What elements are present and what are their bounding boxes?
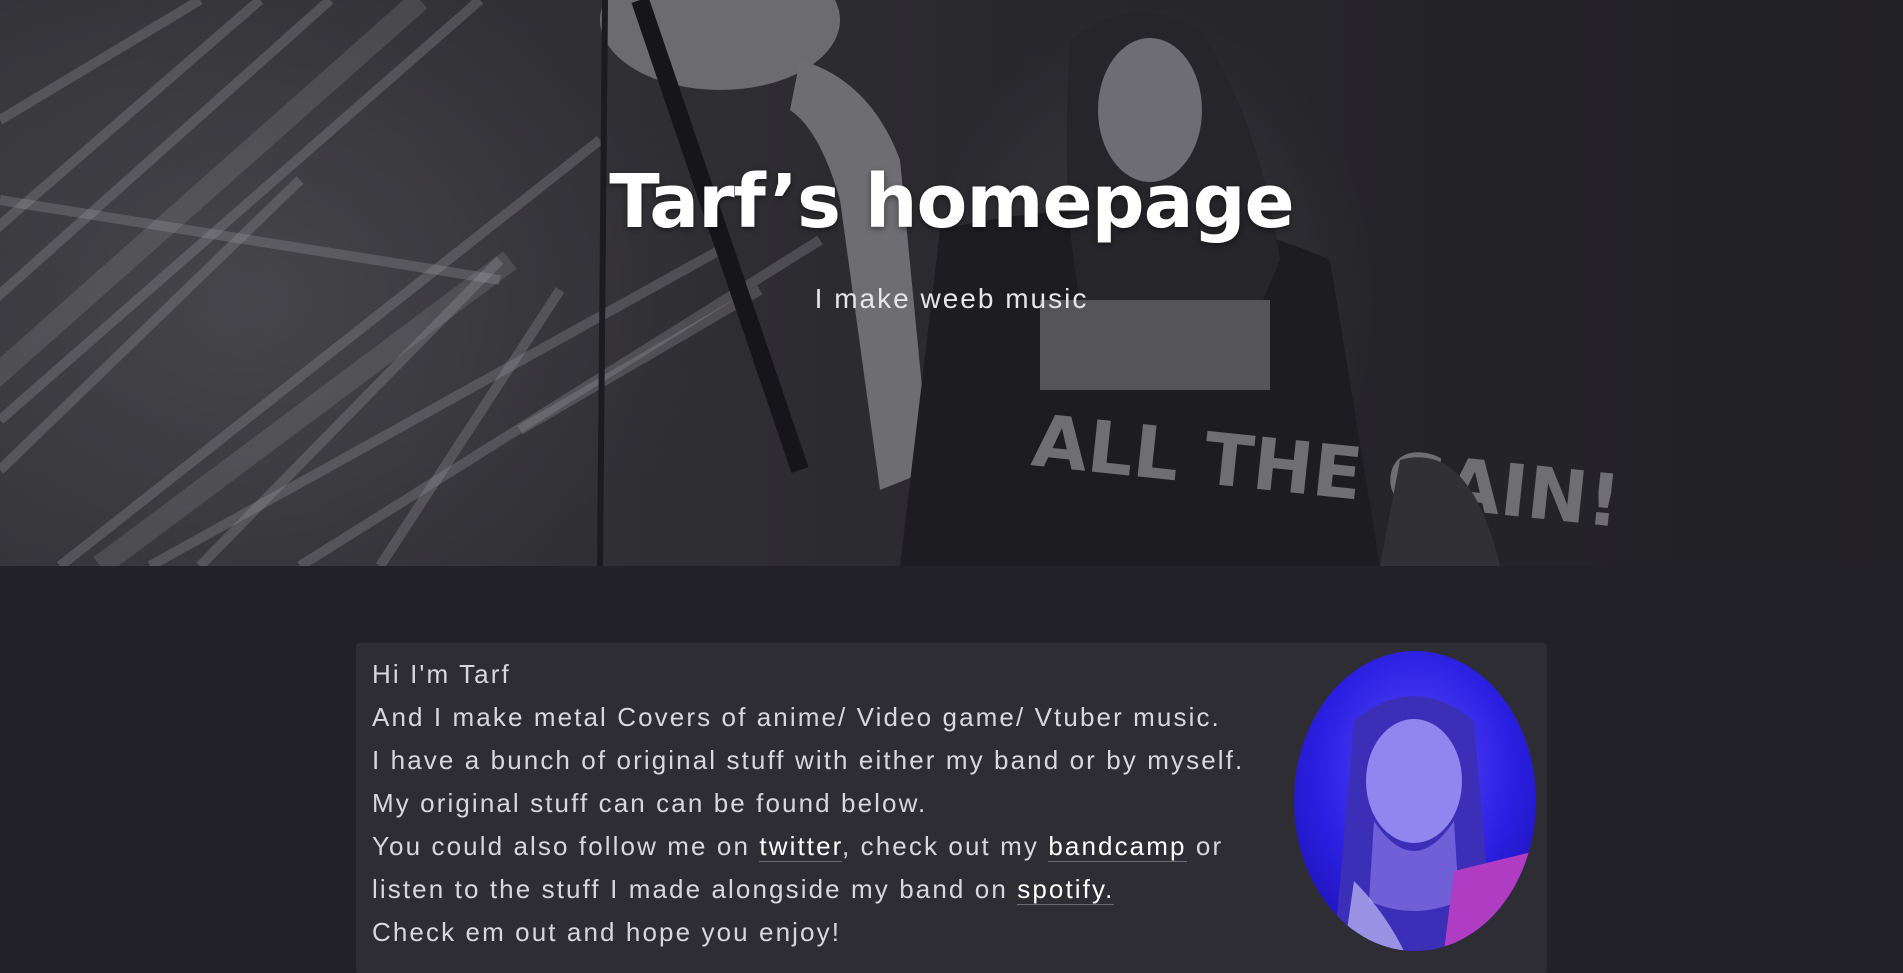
links-mid: , check out my (842, 831, 1049, 861)
intro-line-covers: And I make metal Covers of anime/ Video … (372, 702, 1221, 732)
intro-line-links: You could also follow me on twitter, che… (372, 825, 1272, 911)
avatar (1294, 651, 1536, 951)
intro-line-originals: I have a bunch of original stuff with ei… (372, 745, 1245, 818)
bandcamp-link[interactable]: bandcamp (1048, 831, 1187, 862)
intro-text: Hi I'm Tarf And I make metal Covers of a… (372, 653, 1272, 954)
hero-banner: ALL THE GAIN! Tarf’s homepage I make wee… (0, 0, 1903, 566)
avatar-photo (1294, 651, 1536, 951)
page-title: Tarf’s homepage (609, 159, 1294, 245)
intro-card: Hi I'm Tarf And I make metal Covers of a… (356, 643, 1547, 973)
spotify-link[interactable]: spotify. (1017, 874, 1115, 905)
twitter-link[interactable]: twitter (759, 831, 842, 862)
page-subtitle: I make weeb music (814, 283, 1089, 314)
intro-line-enjoy: Check em out and hope you enjoy! (372, 917, 842, 947)
intro-greeting: Hi I'm Tarf (372, 659, 511, 689)
links-prefix: You could also follow me on (372, 831, 760, 861)
